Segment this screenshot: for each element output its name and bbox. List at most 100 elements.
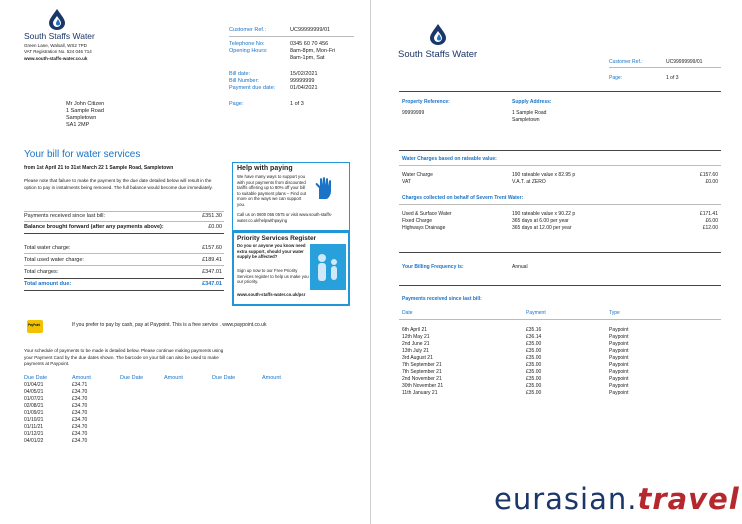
priority-text: Sign up now to our Free Priority Service… bbox=[237, 268, 309, 285]
divider bbox=[399, 204, 721, 205]
supply-address-label: Supply Address: bbox=[512, 99, 552, 105]
customer-ref-label: Customer Ref.: bbox=[609, 59, 643, 65]
payment-type: Paypoint bbox=[609, 376, 629, 382]
payment-type: Paypoint bbox=[609, 355, 629, 361]
payment-amount: £35.00 bbox=[526, 383, 542, 389]
schedule-date: 02/08/21 bbox=[24, 403, 44, 409]
schedule-header-due-date: Due Date bbox=[24, 375, 48, 381]
charge-detail: 365 days at 12.00 per year bbox=[512, 225, 572, 231]
payment-due-label: Payment due date: bbox=[229, 85, 276, 91]
opening-hours-label: Opening Hours: bbox=[229, 48, 268, 54]
schedule-header-amount: Amount bbox=[72, 375, 91, 381]
billing-frequency-label: Your Billing Frequency is: bbox=[402, 264, 464, 270]
schedule-row: 01/07/21 bbox=[24, 396, 43, 403]
priority-link[interactable]: www.south-staffs-water.co.uk/psr bbox=[237, 291, 305, 298]
bill-page-1: South Staffs Water Green Lane, Walsall, … bbox=[0, 0, 368, 524]
charge-detail: 190 rateable value x 90.22 p bbox=[512, 211, 576, 217]
bill-date-value: 15/02/2021 bbox=[290, 71, 318, 77]
bill-date-label: Bill date: bbox=[229, 71, 251, 77]
payment-date: 12th May 21 bbox=[402, 334, 430, 340]
recipient-name: Mr John Citizen bbox=[66, 101, 105, 107]
priority-question: Do you or anyone you know need extra sup… bbox=[237, 243, 306, 260]
family-figures-icon bbox=[318, 254, 337, 281]
divider bbox=[24, 221, 224, 222]
company-name: South Staffs Water bbox=[24, 31, 95, 41]
watermark-text-accent: travel bbox=[637, 482, 740, 516]
payment-type: Paypoint bbox=[609, 348, 629, 354]
customer-ref-label: Customer Ref.: bbox=[229, 27, 266, 33]
payment-type: Paypoint bbox=[609, 390, 629, 396]
page-label: Page: bbox=[229, 101, 244, 107]
schedule-amount: £34.70 bbox=[72, 431, 88, 437]
payments-header-type: Type bbox=[609, 310, 620, 316]
page-label: Page: bbox=[609, 75, 623, 81]
recipient-address-line: Sampletown bbox=[66, 115, 97, 121]
divider bbox=[399, 91, 721, 92]
company-website[interactable]: www.south-staffs-water.co.uk bbox=[24, 55, 87, 62]
page-separator bbox=[370, 0, 371, 524]
charge-item: VAT bbox=[402, 179, 411, 185]
schedule-row: 01/10/21 bbox=[24, 417, 43, 424]
balance-brought-forward-value: £0.00 bbox=[208, 224, 222, 230]
schedule-date: 01/11/21 bbox=[24, 424, 44, 430]
water-section-title: Water Charges based on rateable value: bbox=[402, 156, 497, 162]
charge-detail: 365 days at 6.00 per year bbox=[512, 218, 569, 224]
opening-hours-sat: 8am-1pm, Sat bbox=[290, 55, 325, 61]
help-contact[interactable]: Call us on 0800 055 0575 or visit www.so… bbox=[237, 212, 347, 223]
divider bbox=[399, 165, 721, 166]
payments-header-payment: Payment bbox=[526, 310, 546, 316]
recipient-address-line: 1 Sample Road bbox=[66, 108, 104, 114]
bill-subtitle: from 1st April 21 to 31st March 22 1 Sam… bbox=[24, 165, 174, 171]
divider bbox=[24, 233, 224, 234]
payment-amount: £35.00 bbox=[526, 362, 542, 368]
charge-detail: 190 rateable value x 82.95 p bbox=[512, 172, 576, 178]
water-drop-logo-icon bbox=[430, 24, 446, 45]
payment-type: Paypoint bbox=[609, 383, 629, 389]
water-drop-logo-icon bbox=[49, 9, 65, 30]
charge-amount: £6.00 bbox=[705, 218, 718, 224]
total-amount-due-label: Total amount due: bbox=[24, 281, 72, 287]
charge-item: Highways Drainage bbox=[402, 225, 446, 231]
schedule-date: 01/07/21 bbox=[24, 396, 44, 402]
schedule-amount: £34.70 bbox=[72, 403, 88, 409]
schedule-row: 01/12/21 bbox=[24, 431, 43, 438]
schedule-amount: £34.70 bbox=[72, 396, 88, 402]
payment-amount: £35.00 bbox=[526, 390, 542, 396]
payments-received-label: Payments received since last bill: bbox=[24, 213, 106, 219]
divider bbox=[24, 265, 224, 266]
customer-ref-value: UC99999999/01 bbox=[666, 59, 703, 65]
schedule-amount: £34.70 bbox=[72, 389, 88, 395]
payments-title: Payments received since last bill: bbox=[402, 296, 482, 302]
company-name: South Staffs Water bbox=[398, 49, 478, 60]
property-ref-label: Property Reference: bbox=[402, 99, 450, 105]
page-value: 1 of 3 bbox=[290, 101, 304, 107]
divider bbox=[24, 290, 224, 291]
charge-item: Water Charge bbox=[402, 172, 433, 178]
schedule-row: 01/04/21 bbox=[24, 382, 43, 389]
total-water-charge-value: £157.60 bbox=[202, 245, 222, 251]
payment-amount: £35.00 bbox=[526, 341, 542, 347]
schedule-header-due-date: Due Date bbox=[212, 375, 236, 381]
severn-section-title: Charges collected on behalf of Severn Tr… bbox=[402, 195, 524, 201]
payment-type: Paypoint bbox=[609, 334, 629, 340]
schedule-amount: £34.70 bbox=[72, 417, 88, 423]
divider bbox=[399, 150, 721, 151]
help-title: Help with paying bbox=[237, 165, 293, 172]
schedule-header-amount: Amount bbox=[164, 375, 183, 381]
payment-date: 6th April 21 bbox=[402, 327, 428, 333]
total-water-charge-label: Total water charge: bbox=[24, 245, 71, 251]
hand-icon bbox=[315, 177, 331, 199]
schedule-amount: £34.70 bbox=[72, 424, 88, 430]
bill-number-value: 99999999 bbox=[290, 78, 315, 84]
divider bbox=[399, 252, 721, 253]
schedule-date: 01/09/21 bbox=[24, 410, 44, 416]
payment-type: Paypoint bbox=[609, 327, 629, 333]
divider bbox=[399, 285, 721, 286]
schedule-date: 01/10/21 bbox=[24, 417, 44, 423]
payment-amount: £35.00 bbox=[526, 355, 542, 361]
recipient-postcode: SA1 2MP bbox=[66, 122, 90, 128]
total-charges-value: £347.01 bbox=[202, 269, 222, 275]
schedule-amount: £34.71 bbox=[72, 382, 88, 388]
balance-brought-forward-label: Balance brought forward (after any payme… bbox=[24, 224, 164, 230]
charge-amount: £171.41 bbox=[699, 211, 718, 217]
